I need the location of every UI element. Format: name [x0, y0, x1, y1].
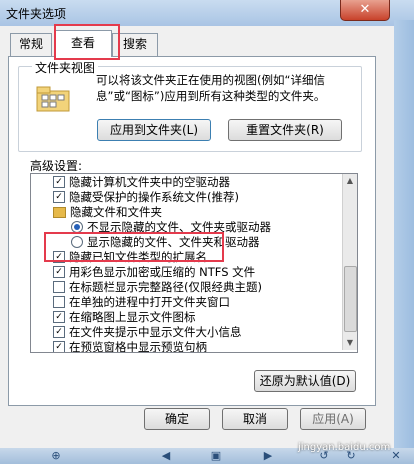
- title-bar: 文件夹选项 ✕: [0, 0, 414, 26]
- list-item-label: 在预览窗格中显示预览句柄: [69, 340, 207, 353]
- next-icon[interactable]: ▶: [262, 450, 274, 462]
- list-item[interactable]: ✓ 在缩略图上显示文件图标: [53, 310, 196, 325]
- list-item-label: 在标题栏显示完整路径(仅限经典主题): [69, 280, 262, 294]
- checkbox-checked-icon[interactable]: ✓: [53, 190, 65, 203]
- previous-icon[interactable]: ◀: [160, 450, 172, 462]
- list-item[interactable]: ✓ 在预览窗格中显示预览句柄: [53, 340, 207, 353]
- list-item-label: 用彩色显示加密或压缩的 NTFS 文件: [69, 265, 256, 279]
- checkbox-unchecked-icon[interactable]: [53, 295, 65, 308]
- checkbox-checked-icon[interactable]: ✓: [53, 250, 65, 263]
- advanced-settings-list[interactable]: ✓ 隐藏计算机文件夹中的空驱动器 ✓ 隐藏受保护的操作系统文件(推荐) 隐藏文件和文…: [30, 173, 358, 353]
- description-line: 可以将该文件夹正在使用的视图(例如“详细信: [96, 73, 325, 87]
- close-icon: ✕: [359, 2, 371, 17]
- tab-label: 查看: [70, 36, 95, 50]
- list-item[interactable]: ✓ 用彩色显示加密或压缩的 NTFS 文件: [53, 265, 255, 280]
- list-item[interactable]: ✓ 隐藏计算机文件夹中的空驱动器: [53, 175, 230, 190]
- folder-views-description: 可以将该文件夹正在使用的视图(例如“详细信 息”或“图标”)应用到所有这种类型的…: [96, 72, 346, 104]
- list-item[interactable]: 显示隐藏的文件、文件夹和驱动器: [71, 235, 260, 250]
- scroll-thumb[interactable]: [344, 266, 357, 332]
- slideshow-icon[interactable]: ▣: [210, 450, 222, 462]
- tab-label: 搜索: [122, 37, 147, 51]
- apply-to-folders-button[interactable]: 应用到文件夹(L): [97, 119, 211, 141]
- checkbox-checked-icon[interactable]: ✓: [53, 325, 65, 338]
- watermark: jingyan.baidu.com: [298, 442, 391, 453]
- checkbox-checked-icon[interactable]: ✓: [53, 340, 65, 352]
- list-item-label: 隐藏受保护的操作系统文件(推荐): [69, 190, 239, 204]
- tab-general[interactable]: 常规: [10, 33, 52, 56]
- delete-icon[interactable]: ✕: [390, 450, 402, 462]
- list-item-label: 隐藏已知文件类型的扩展名: [69, 250, 207, 264]
- folder-views-label: 文件夹视图: [32, 59, 99, 76]
- tab-label: 常规: [18, 37, 43, 51]
- list-item-label: 隐藏文件和文件夹: [70, 205, 162, 219]
- radio-unselected-icon[interactable]: [71, 235, 83, 248]
- list-item[interactable]: 不显示隐藏的文件、文件夹或驱动器: [71, 220, 271, 235]
- restore-defaults-button[interactable]: 还原为默认值(D): [254, 370, 356, 392]
- list-item[interactable]: 在标题栏显示完整路径(仅限经典主题): [53, 280, 262, 295]
- list-item[interactable]: ✓ 在文件夹提示中显示文件大小信息: [53, 325, 242, 340]
- checkbox-unchecked-icon[interactable]: [53, 280, 65, 293]
- zoom-in-icon[interactable]: ⊕: [50, 450, 62, 462]
- apply-button[interactable]: 应用(A): [300, 408, 366, 430]
- list-item-label: 在缩略图上显示文件图标: [69, 310, 196, 324]
- vertical-scrollbar[interactable]: ▲ ▼: [342, 174, 357, 350]
- radio-selected-icon[interactable]: [71, 220, 83, 233]
- window-title: 文件夹选项: [6, 7, 67, 21]
- ok-button[interactable]: 确定: [144, 408, 210, 430]
- description-line: 息”或“图标”)应用到所有这种类型的文件夹。: [96, 89, 326, 103]
- tab-search[interactable]: 搜索: [112, 33, 158, 56]
- list-item-label: 在文件夹提示中显示文件大小信息: [69, 325, 242, 339]
- scroll-up-icon[interactable]: ▲: [343, 174, 357, 188]
- list-item-label: 在单独的进程中打开文件夹窗口: [69, 295, 230, 309]
- folder-view-icon: [36, 86, 70, 112]
- list-item: 隐藏文件和文件夹: [53, 205, 162, 220]
- window-frame-right: [394, 20, 414, 464]
- list-item[interactable]: ✓ 隐藏已知文件类型的扩展名: [53, 250, 207, 265]
- scroll-down-icon[interactable]: ▼: [343, 336, 357, 350]
- advanced-settings-label: 高级设置:: [30, 159, 83, 173]
- tab-view[interactable]: 查看: [54, 30, 112, 57]
- close-button[interactable]: ✕: [340, 0, 390, 21]
- checkbox-checked-icon[interactable]: ✓: [53, 310, 65, 323]
- folder-icon: [53, 207, 66, 218]
- checkbox-checked-icon[interactable]: ✓: [53, 265, 65, 278]
- reset-folders-button[interactable]: 重置文件夹(R): [228, 119, 342, 141]
- list-item[interactable]: 在单独的进程中打开文件夹窗口: [53, 295, 230, 310]
- cancel-button[interactable]: 取消: [222, 408, 288, 430]
- list-item-label: 显示隐藏的文件、文件夹和驱动器: [87, 235, 260, 249]
- list-item-label: 不显示隐藏的文件、文件夹或驱动器: [87, 220, 271, 234]
- list-item[interactable]: ✓ 隐藏受保护的操作系统文件(推荐): [53, 190, 239, 205]
- checkbox-checked-icon[interactable]: ✓: [53, 175, 65, 188]
- list-item-label: 隐藏计算机文件夹中的空驱动器: [69, 175, 230, 189]
